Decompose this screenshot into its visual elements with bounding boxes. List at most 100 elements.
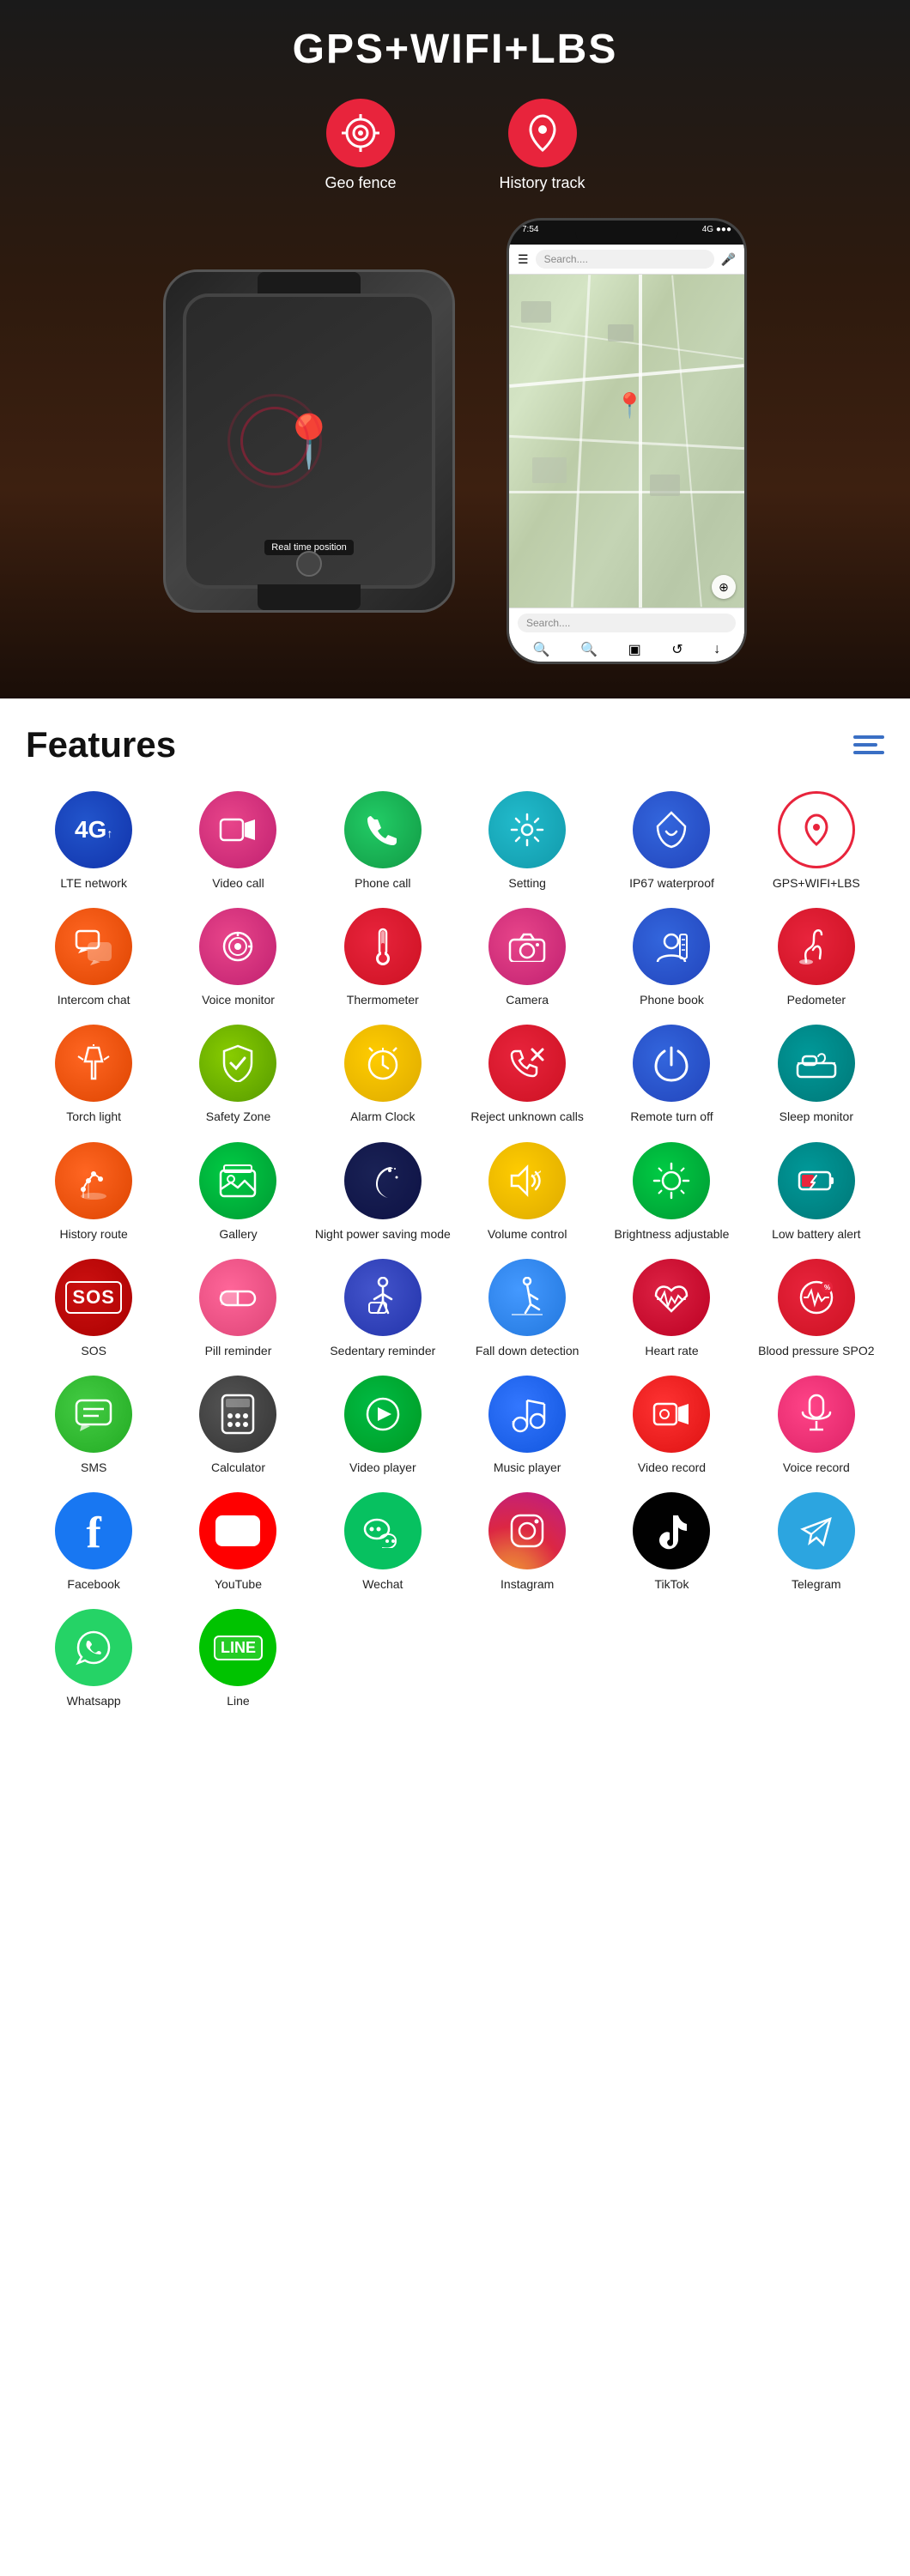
feature-label: Reject unknown calls xyxy=(470,1109,584,1124)
feature-icon-telegram xyxy=(778,1492,855,1569)
feature-item-intercom-chat: Intercom chat xyxy=(26,908,161,1007)
feature-item-blood-pressure-spo2: % Blood pressure SPO2 xyxy=(749,1259,884,1358)
feature-item-camera: Camera xyxy=(459,908,595,1007)
feature-label: TikTok xyxy=(655,1576,689,1592)
feature-label: Gallery xyxy=(219,1226,257,1242)
feature-item-music-player: Music player xyxy=(459,1376,595,1475)
feature-item-low-battery-alert: Low battery alert xyxy=(749,1142,884,1242)
watch-image: 📍 Real time position xyxy=(163,269,455,613)
feature-icon-sms xyxy=(55,1376,132,1453)
feature-label: Pill reminder xyxy=(205,1343,272,1358)
feature-icon-instagram xyxy=(488,1492,566,1569)
feature-label: Calculator xyxy=(211,1460,265,1475)
feature-label: Volume control xyxy=(488,1226,567,1242)
feature-item-heart-rate: Heart rate xyxy=(604,1259,739,1358)
feature-icon-phone-book xyxy=(633,908,710,985)
history-track-icon xyxy=(508,99,577,167)
feature-item-phone-book: Phone book xyxy=(604,908,739,1007)
feature-label: YouTube xyxy=(215,1576,262,1592)
feature-icon-night-power-saving-mode xyxy=(344,1142,422,1219)
feature-item-sos: SOS SOS xyxy=(26,1259,161,1358)
feature-icon-remote-turn-off xyxy=(633,1025,710,1102)
feature-icon-brightness-adjustable xyxy=(633,1142,710,1219)
feature-item-reject-unknown-calls: Reject unknown calls xyxy=(459,1025,595,1124)
feature-icon-sleep-monitor xyxy=(778,1025,855,1102)
feature-item-video-call: Video call xyxy=(170,791,306,891)
feature-label: Music player xyxy=(494,1460,561,1475)
hero-section: GPS+WIFI+LBS Geo fence xyxy=(0,0,910,698)
feature-icon-tiktok xyxy=(633,1492,710,1569)
feature-label: Thermometer xyxy=(347,992,419,1007)
feature-item-phone-call: Phone call xyxy=(315,791,451,891)
feature-icon-wechat xyxy=(344,1492,422,1569)
feature-item-pill-reminder: Pill reminder xyxy=(170,1259,306,1358)
feature-item-pedometer: Pedometer xyxy=(749,908,884,1007)
feature-icon-volume-control xyxy=(488,1142,566,1219)
feature-icon-gallery xyxy=(199,1142,276,1219)
feature-item-night-power-saving-mode: Night power saving mode xyxy=(315,1142,451,1242)
geo-fence-label: Geo fence xyxy=(325,174,396,192)
feature-label: Video player xyxy=(349,1460,416,1475)
feature-item-volume-control: Volume control xyxy=(459,1142,595,1242)
feature-item-history-route: History route xyxy=(26,1142,161,1242)
feature-label: Pedometer xyxy=(787,992,846,1007)
feature-item-sleep-monitor: Sleep monitor xyxy=(749,1025,884,1124)
map-pin: 📍 xyxy=(615,391,645,420)
feature-item-fall-down-detection: Fall down detection xyxy=(459,1259,595,1358)
feature-label: Setting xyxy=(508,875,546,891)
feature-label: Night power saving mode xyxy=(315,1226,451,1242)
feature-label: SOS xyxy=(81,1343,106,1358)
feature-icon-safety-zone xyxy=(199,1025,276,1102)
menu-icon[interactable] xyxy=(853,735,884,754)
feature-icon-thermometer xyxy=(344,908,422,985)
feature-item-video-record: Video record xyxy=(604,1376,739,1475)
feature-label: LTE network xyxy=(60,875,127,891)
feature-item-alarm-clock: Alarm Clock xyxy=(315,1025,451,1124)
feature-item-whatsapp: Whatsapp xyxy=(26,1609,161,1708)
feature-label: Telegram xyxy=(792,1576,841,1592)
feature-icon-blood-pressure-spo2: % xyxy=(778,1259,855,1336)
feature-icon-voice-monitor xyxy=(199,908,276,985)
feature-icon-sos: SOS xyxy=(55,1259,132,1336)
feature-item-youtube: YouTube xyxy=(170,1492,306,1592)
feature-item-remote-turn-off: Remote turn off xyxy=(604,1025,739,1124)
feature-label: History route xyxy=(59,1226,127,1242)
geo-fence-icon xyxy=(326,99,395,167)
phone-image: 7:54 4G ●●● ☰ Search.... 🎤 xyxy=(507,218,747,664)
feature-icon-video-player xyxy=(344,1376,422,1453)
feature-label: Blood pressure SPO2 xyxy=(758,1343,874,1358)
feature-label: Wechat xyxy=(362,1576,403,1592)
feature-label: Camera xyxy=(506,992,549,1007)
feature-label: Line xyxy=(227,1693,249,1708)
feature-label: Whatsapp xyxy=(67,1693,121,1708)
feature-icon-video-record xyxy=(633,1376,710,1453)
feature-icon-lte-network: 4G↑ xyxy=(55,791,132,868)
features-title: Features xyxy=(26,724,176,765)
feature-icon-music-player xyxy=(488,1376,566,1453)
hero-content: 📍 Real time position xyxy=(17,218,893,664)
feature-label: Remote turn off xyxy=(630,1109,713,1124)
feature-item-tiktok: TikTok xyxy=(604,1492,739,1592)
feature-label: SMS xyxy=(81,1460,106,1475)
phone-bottom-search: Search.... xyxy=(518,614,736,632)
feature-icon-phone-call xyxy=(344,791,422,868)
feature-item-torch-light: Torch light xyxy=(26,1025,161,1124)
feature-icon-sedentary-reminder xyxy=(344,1259,422,1336)
feature-item-instagram: Instagram xyxy=(459,1492,595,1592)
feature-item-calculator: Calculator xyxy=(170,1376,306,1475)
menu-line-1 xyxy=(853,735,884,739)
feature-icon-intercom-chat xyxy=(55,908,132,985)
feature-label: Video call xyxy=(212,875,264,891)
feature-icon-facebook: f xyxy=(55,1492,132,1569)
feature-item-facebook: fFacebook xyxy=(26,1492,161,1592)
feature-item-safety-zone: Safety Zone xyxy=(170,1025,306,1124)
feature-icon-whatsapp xyxy=(55,1609,132,1686)
menu-line-2 xyxy=(853,743,877,747)
phone-container: 7:54 4G ●●● ☰ Search.... 🎤 xyxy=(507,218,747,664)
feature-icon-torch-light xyxy=(55,1025,132,1102)
feature-label: GPS+WIFI+LBS xyxy=(773,875,860,891)
feature-icon-history-route xyxy=(55,1142,132,1219)
feature-label: Voice monitor xyxy=(202,992,275,1007)
feature-item-lte-network: 4G↑ LTE network xyxy=(26,791,161,891)
feature-label: Intercom chat xyxy=(58,992,130,1007)
